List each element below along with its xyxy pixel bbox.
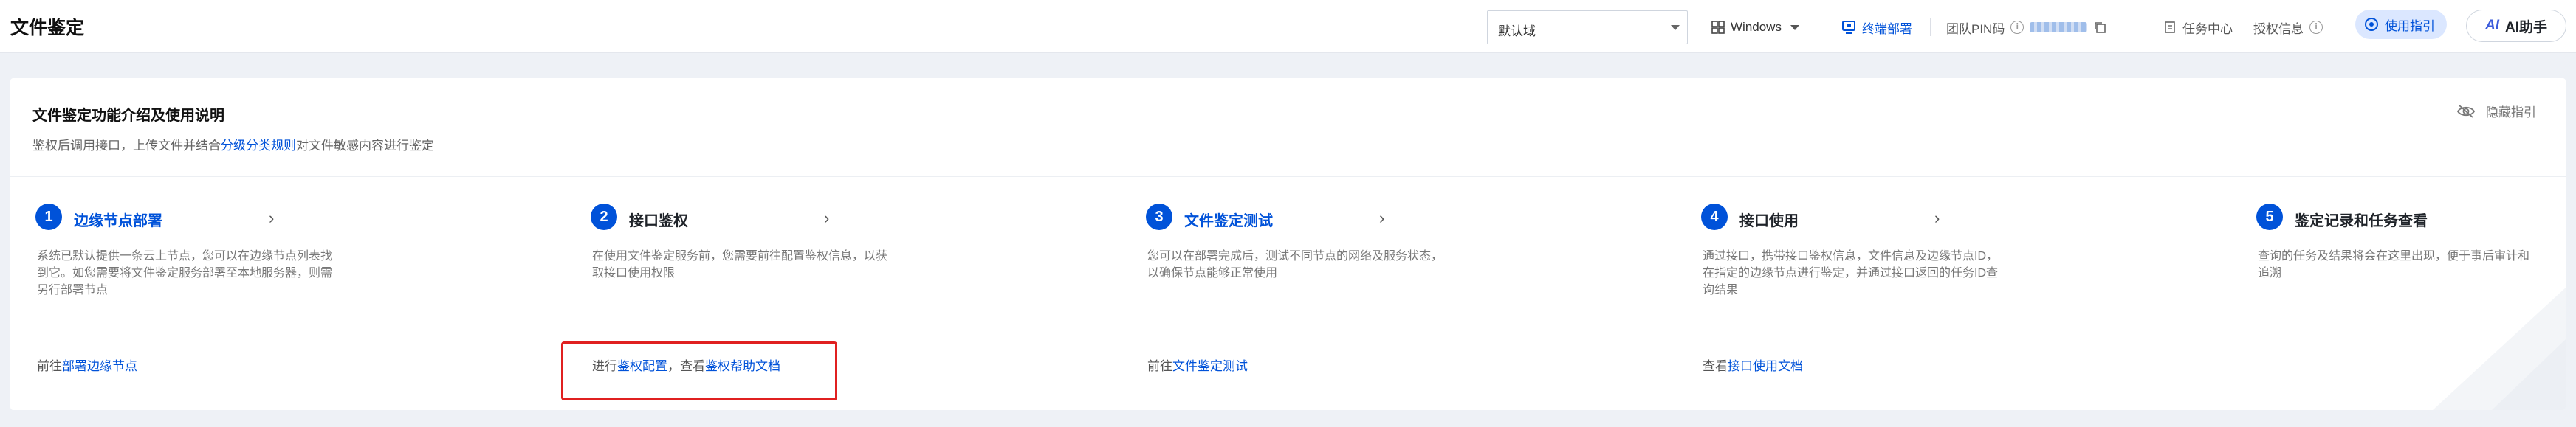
step-description: 您可以在部署完成后，测试不同节点的网络及服务状态，以确保节点能够正常使用: [1147, 250, 1443, 280]
page-title: 文件鉴定: [10, 18, 85, 38]
step-description: 通过接口，携带接口鉴权信息，文件信息及边缘节点ID，在指定的边缘节点进行鉴定，并…: [1703, 250, 1999, 296]
step-number: 1: [35, 204, 62, 230]
usage-guide-label: 使用指引: [2385, 18, 2435, 33]
step-title: 接口鉴权: [629, 213, 688, 229]
task-center-label: 任务中心: [2182, 21, 2233, 36]
info-icon[interactable]: i: [2010, 21, 2024, 34]
step-action-prefix: 前往: [1147, 359, 1172, 373]
team-pin-label: 团队PIN码: [1946, 21, 2005, 36]
copy-icon[interactable]: [2093, 21, 2106, 34]
info-icon[interactable]: i: [2309, 21, 2323, 34]
step-action-prefix: 前往: [37, 359, 62, 373]
card-subtitle-suffix: 对文件敏感内容进行鉴定: [296, 139, 434, 153]
classification-rules-link[interactable]: 分级分类规则: [221, 139, 296, 153]
file-check-test-link[interactable]: 文件鉴定测试: [1172, 359, 1248, 373]
divider: [1930, 18, 1931, 36]
guide-card: 文件鉴定功能介绍及使用说明 鉴权后调用接口，上传文件并结合分级分类规则对文件敏感…: [10, 78, 2566, 410]
step-number: 2: [591, 204, 617, 230]
license-info[interactable]: 授权信息 i: [2253, 18, 2323, 37]
license-info-label: 授权信息: [2253, 21, 2304, 36]
os-select[interactable]: Windows: [1711, 18, 1799, 37]
step-action: 查看接口使用文档: [1703, 355, 1803, 374]
ai-logo-icon: AI: [2484, 18, 2499, 33]
domain-select[interactable]: 默认域: [1487, 10, 1688, 44]
step-title[interactable]: 文件鉴定测试: [1184, 209, 1273, 230]
pin-code-masked: [2030, 22, 2088, 32]
team-pin: 团队PIN码 i: [1946, 18, 2106, 37]
compass-icon: [2365, 18, 2378, 31]
chevron-down-icon: [1790, 24, 1799, 30]
highlight-box: [561, 341, 837, 400]
task-center-link[interactable]: 任务中心: [2163, 18, 2233, 37]
windows-icon: [1711, 21, 1725, 34]
step-action: 前往部署边缘节点: [37, 355, 137, 374]
usage-guide-button[interactable]: 使用指引: [2355, 10, 2447, 39]
step-3: 3 文件鉴定测试 › 您可以在部署完成后，测试不同节点的网络及服务状态，以确保节…: [1134, 199, 1651, 391]
step-description: 在使用文件鉴定服务前，您需要前往配置鉴权信息，以获取接口使用权限: [592, 250, 888, 280]
step-title[interactable]: 边缘节点部署: [74, 209, 162, 230]
step-4: 4 接口使用 › 通过接口，携带接口鉴权信息，文件信息及边缘节点ID，在指定的边…: [1689, 199, 2206, 391]
chevron-right-icon[interactable]: ›: [824, 209, 829, 228]
chevron-down-icon: [1671, 25, 1680, 30]
deploy-edge-node-link[interactable]: 部署边缘节点: [62, 359, 137, 373]
os-select-value: Windows: [1731, 20, 1782, 34]
terminal-deploy-label: 终端部署: [1862, 21, 1912, 36]
eye-off-icon: [2456, 104, 2476, 118]
api-usage-doc-link[interactable]: 接口使用文档: [1728, 359, 1803, 373]
chevron-right-icon[interactable]: ›: [1379, 209, 1384, 228]
step-1: 1 边缘节点部署 › 系统已默认提供一条云上节点，您可以在边缘节点列表找到它。如…: [24, 199, 540, 391]
step-number: 4: [1701, 204, 1728, 230]
step-action-prefix: 查看: [1703, 359, 1728, 373]
hide-guide-label: 隐藏指引: [2486, 105, 2536, 119]
decorative-background: [2433, 288, 2566, 410]
ai-assistant-label: AI助手: [2504, 19, 2547, 35]
ai-assistant-button[interactable]: AI AI助手: [2466, 10, 2566, 42]
step-number: 3: [1146, 204, 1172, 230]
document-icon: [2165, 21, 2175, 33]
step-description: 系统已默认提供一条云上节点，您可以在边缘节点列表找到它。如您需要将文件鉴定服务部…: [37, 250, 333, 296]
chevron-right-icon[interactable]: ›: [1934, 209, 1940, 228]
hide-guide-button[interactable]: 隐藏指引: [2456, 102, 2536, 120]
domain-select-value: 默认域: [1498, 24, 1536, 38]
chevron-right-icon[interactable]: ›: [269, 209, 274, 228]
top-header: 文件鉴定 默认域 Windows 终端部署 团队PIN码 i 任务中心 授权信息…: [0, 0, 2576, 53]
divider: [10, 176, 2566, 177]
monitor-icon: [1842, 21, 1855, 34]
card-title: 文件鉴定功能介绍及使用说明: [32, 108, 224, 124]
step-action: 前往文件鉴定测试: [1147, 355, 1248, 374]
card-subtitle: 鉴权后调用接口，上传文件并结合分级分类规则对文件敏感内容进行鉴定: [32, 135, 434, 153]
step-number: 5: [2256, 204, 2283, 230]
step-title: 接口使用: [1739, 213, 1799, 229]
terminal-deploy-link[interactable]: 终端部署: [1841, 18, 1912, 37]
card-subtitle-prefix: 鉴权后调用接口，上传文件并结合: [32, 139, 221, 153]
